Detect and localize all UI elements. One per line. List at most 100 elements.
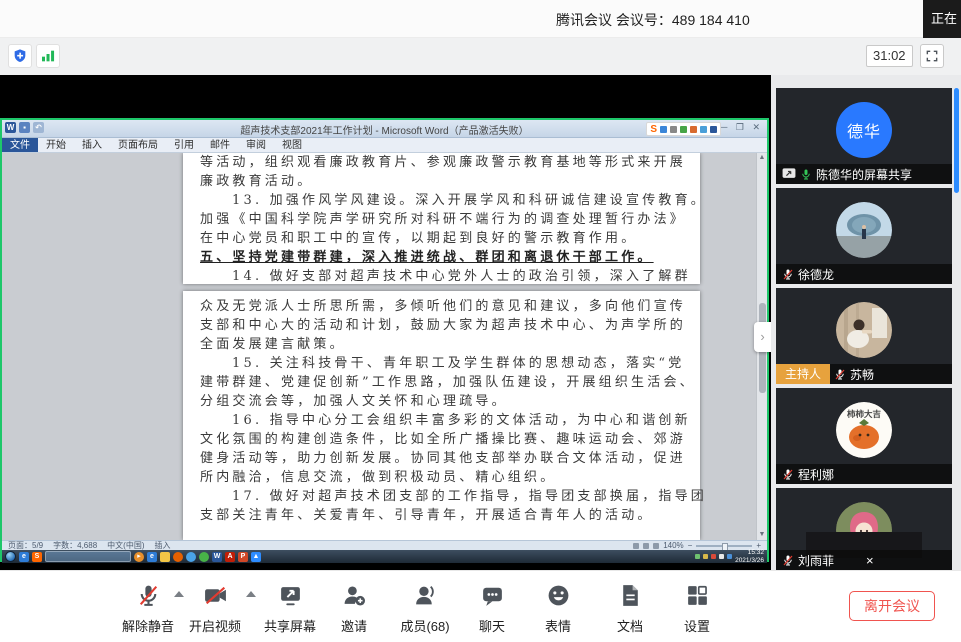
docs-button[interactable]: 文档 (595, 583, 665, 635)
settings-button[interactable]: 设置 (662, 583, 732, 635)
word-tab-insert[interactable]: 插入 (74, 138, 110, 152)
skin-icon (710, 126, 717, 133)
signal-bars-icon (40, 48, 56, 64)
mic-muted-icon (782, 268, 794, 281)
doc-line: 等活动，组织观看廉政教育片、参观廉政警示教育基地等形式来开展 (183, 153, 700, 172)
participant-name: 苏畅 (850, 366, 874, 383)
scroll-down-icon[interactable]: ▼ (757, 530, 767, 540)
meeting-app-icon[interactable]: ▲ (251, 552, 261, 562)
doc-line: 分组交流会等，加强人文关怀和心理疏导。 (183, 392, 700, 411)
word-tab-layout[interactable]: 页面布局 (110, 138, 166, 152)
word-tab-view[interactable]: 视图 (274, 138, 310, 152)
sidebar-collapse-button[interactable]: › (754, 322, 771, 352)
participant-name: 程利娜 (798, 466, 834, 483)
screen-share-indicator-icon (782, 168, 796, 180)
doc-line: 14. 做好支部对超声技术中心党外人士的政治引领，深入了解群 (183, 267, 700, 286)
doc-line: 文化氛围的构建创造条件，比如全所广播操比赛、趣味运动会、郊游 (183, 430, 700, 449)
ie-icon[interactable]: e (147, 552, 157, 562)
ie-icon[interactable]: e (19, 552, 29, 562)
participant-tile[interactable]: 柿柿大吉 程利娜 (776, 388, 952, 484)
sidebar-scrollbar-thumb[interactable] (954, 88, 959, 193)
shared-screen-stage: W ▪ ↶ 超声技术支部2021年工作计划 - Microsoft Word（产… (0, 75, 771, 570)
taskbar-clock: 15:32 2021/3/26 (735, 549, 764, 564)
invite-button[interactable]: 邀请 (319, 583, 389, 635)
doc-line: 众及无党派人士所思所需，多倾听他们的意见和建议，多向他们宣传 (183, 297, 700, 316)
participant-name: 刘雨菲 (798, 552, 834, 569)
participant-tile[interactable]: 徐德龙 (776, 188, 952, 284)
folder-icon[interactable] (160, 552, 170, 562)
mic-muted-icon (136, 583, 161, 608)
word-status-bar: 页面：5/9 字数：4,688 中文(中国) 插入 140% − + (2, 540, 767, 550)
view-mode-icon[interactable] (633, 543, 639, 549)
document-page-2: 众及无党派人士所思所需，多倾听他们的意见和建议，多向他们宣传 支部和中心大的活动… (183, 291, 700, 540)
tray-icon[interactable] (695, 554, 700, 559)
start-button-icon[interactable] (5, 551, 16, 562)
control-bar: 31:02 (0, 38, 961, 75)
firefox-icon[interactable] (173, 552, 183, 562)
view-mode-icon[interactable] (653, 543, 659, 549)
participant-tile[interactable]: 德华 陈德华的屏幕共享 (776, 88, 952, 184)
document-page-1: 等活动，组织观看廉政教育片、参观廉政警示教育基地等形式来开展 廉政教育活动。 1… (183, 153, 700, 284)
word-window-controls[interactable]: ─ ❐ ✕ (721, 122, 763, 133)
start-video-button[interactable]: 开启视频 (180, 583, 250, 635)
word-titlebar: W ▪ ↶ 超声技术支部2021年工作计划 - Microsoft Word（产… (2, 120, 767, 138)
doc-line: 支部关注青年、关爱青年、引导青年，开展适合青年人的活动。 (183, 506, 700, 525)
word-tab-references[interactable]: 引用 (166, 138, 202, 152)
cloud-app-icon[interactable] (186, 552, 196, 562)
network-status-button[interactable] (36, 44, 60, 68)
fullscreen-button[interactable] (920, 44, 944, 68)
security-button[interactable] (8, 44, 32, 68)
active-task-button[interactable] (45, 551, 131, 562)
powerpoint-icon[interactable]: P (238, 552, 248, 562)
word-tab-file[interactable]: 文件 (2, 138, 38, 152)
scroll-up-icon[interactable]: ▲ (757, 153, 767, 163)
fullscreen-icon (925, 49, 939, 63)
word-document-area: 等活动，组织观看廉政教育片、参观廉政警示教育基地等形式来开展 廉政教育活动。 1… (2, 153, 767, 540)
participant-tile[interactable]: 刘雨菲 × (776, 488, 952, 570)
emoji-button[interactable]: 表情 (523, 583, 593, 635)
mic-muted-icon (782, 554, 794, 567)
settings-icon (685, 583, 710, 608)
word-tab-review[interactable]: 审阅 (238, 138, 274, 152)
view-mode-icon[interactable] (643, 543, 649, 549)
browser-360-icon[interactable] (199, 552, 209, 562)
zoom-out-icon[interactable]: − (688, 541, 693, 550)
invite-icon (342, 583, 367, 608)
camera-off-icon (203, 583, 228, 608)
participant-tile[interactable]: 主持人 苏畅 (776, 288, 952, 384)
meeting-title: 腾讯会议 会议号：489 184 410 (556, 10, 750, 30)
document-icon (618, 583, 643, 608)
tray-icon[interactable] (711, 554, 716, 559)
members-button[interactable]: 成员(68) (390, 583, 460, 635)
host-badge: 主持人 (776, 364, 830, 384)
doc-line: 健身活动等，助力创新发展。协同其他支部举办联合文体活动，促进 (183, 449, 700, 468)
close-icon[interactable]: × (866, 553, 874, 568)
word-tab-home[interactable]: 开始 (38, 138, 74, 152)
word-tab-mailings[interactable]: 邮件 (202, 138, 238, 152)
doc-line: 所内融洽，信息交流，做到积极动员、精心组织。 (183, 468, 700, 487)
toolbox-icon (700, 126, 707, 133)
meeting-toolbar: 解除静音 开启视频 共享屏幕 (0, 570, 961, 642)
mic-on-icon (800, 168, 812, 181)
windows-taskbar: e S ▸ e W A P ▲ (2, 550, 767, 563)
zoom-slider[interactable] (696, 545, 752, 547)
word-taskbar-icon[interactable]: W (212, 552, 222, 562)
tray-icon[interactable] (719, 554, 724, 559)
chat-button[interactable]: 聊天 (457, 583, 527, 635)
leave-meeting-button[interactable]: 离开会议 (849, 591, 935, 621)
avatar (836, 302, 892, 358)
sogou-icon[interactable]: S (32, 552, 42, 562)
clock-date: 2021/3/26 (735, 557, 764, 564)
pdf-icon[interactable]: A (225, 552, 235, 562)
sharing-toast: 正在 (923, 0, 961, 38)
meeting-duration: 31:02 (866, 45, 913, 67)
unmute-button[interactable]: 解除静音 (113, 583, 183, 635)
word-ribbon-tabs: 文件 开始 插入 页面布局 引用 邮件 审阅 视图 (2, 138, 767, 153)
doc-line: 17. 做好对超声技术团支部的工作指导，指导团支部换届，指导团 (183, 487, 700, 506)
media-player-icon[interactable]: ▸ (134, 552, 144, 562)
titlebar: 腾讯会议 会议号：489 184 410 正在 (0, 0, 961, 38)
doc-line: 16. 指导中心分工会组织丰富多彩的文体活动，为中心和谐创新 (183, 411, 700, 430)
tray-icon[interactable] (727, 554, 732, 559)
share-screen-button[interactable]: 共享屏幕 (255, 583, 325, 635)
tray-icon[interactable] (703, 554, 708, 559)
